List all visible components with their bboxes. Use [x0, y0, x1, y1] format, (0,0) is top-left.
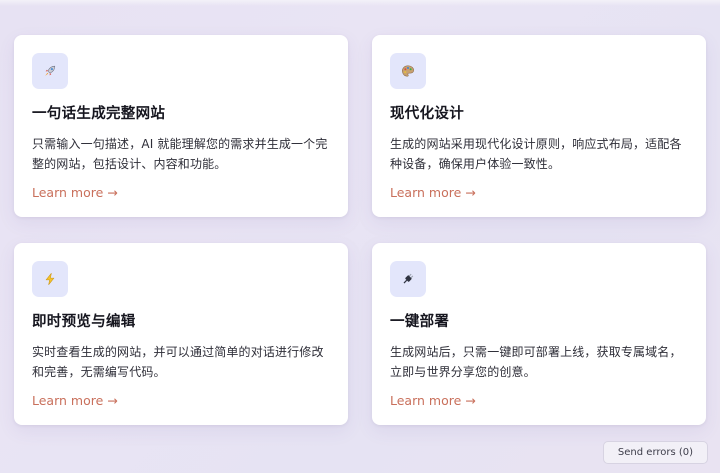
- feature-description: 实时查看生成的网站，并可以通过简单的对话进行修改和完善，无需编写代码。: [32, 345, 324, 379]
- learn-more-link[interactable]: Learn more →: [390, 392, 476, 410]
- feature-description: 生成的网站采用现代化设计原则，响应式布局，适配各种设备，确保用户体验一致性。: [390, 137, 682, 171]
- feature-icon-box: [32, 53, 68, 89]
- feature-card-modern-design: 现代化设计 生成的网站采用现代化设计原则，响应式布局，适配各种设备，确保用户体验…: [372, 35, 706, 217]
- feature-description: 生成网站后，只需一键即可部署上线，获取专属域名，立即与世界分享您的创意。: [390, 345, 682, 379]
- feature-icon-box: [32, 261, 68, 297]
- plug-icon: [401, 272, 415, 286]
- top-fade: [0, 0, 720, 6]
- feature-icon-box: [390, 53, 426, 89]
- palette-icon: [401, 64, 415, 78]
- learn-more-link[interactable]: Learn more →: [390, 184, 476, 202]
- feature-title: 一键部署: [390, 314, 450, 330]
- feature-title: 一句话生成完整网站: [32, 106, 166, 122]
- feature-card-one-click-deploy: 一键部署 生成网站后，只需一键即可部署上线，获取专属域名，立即与世界分享您的创意…: [372, 243, 706, 425]
- learn-more-link[interactable]: Learn more →: [32, 184, 118, 202]
- feature-card-instant-preview: 即时预览与编辑 实时查看生成的网站，并可以通过简单的对话进行修改和完善，无需编写…: [14, 243, 348, 425]
- rocket-icon: [43, 64, 57, 78]
- feature-title: 即时预览与编辑: [32, 314, 136, 330]
- feature-description: 只需输入一句描述，AI 就能理解您的需求并生成一个完整的网站，包括设计、内容和功…: [32, 137, 328, 171]
- feature-icon-box: [390, 261, 426, 297]
- feature-title: 现代化设计: [390, 106, 464, 122]
- learn-more-link[interactable]: Learn more →: [32, 392, 118, 410]
- send-errors-button[interactable]: Send errors (0): [603, 441, 708, 464]
- feature-card-one-sentence: 一句话生成完整网站 只需输入一句描述，AI 就能理解您的需求并生成一个完整的网站…: [14, 35, 348, 217]
- lightning-icon: [43, 272, 57, 286]
